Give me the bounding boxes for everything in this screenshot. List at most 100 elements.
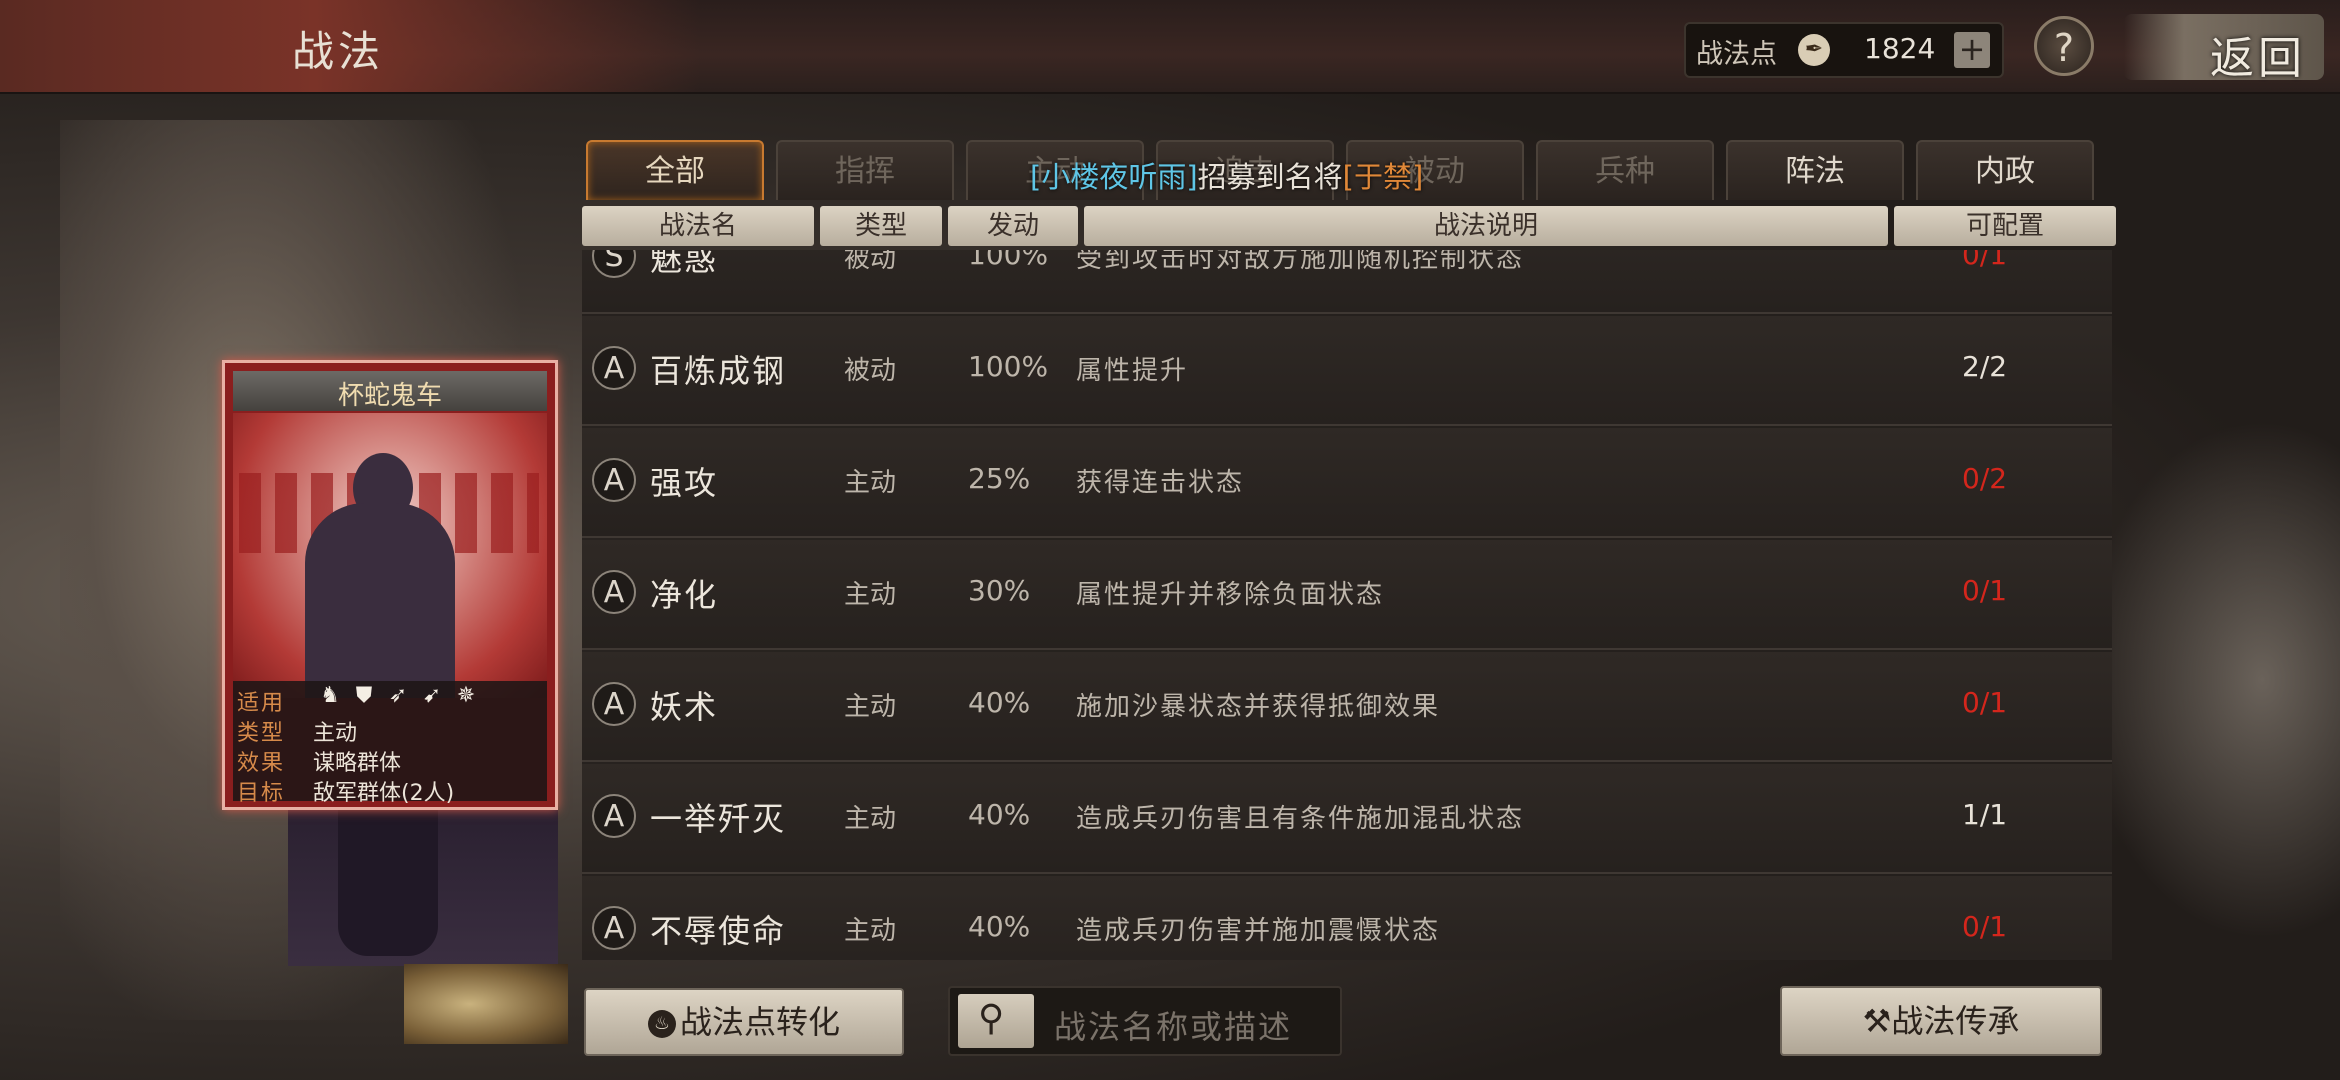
announcement-text: 招募到名将 — [1197, 160, 1343, 194]
announcement-general: [于禁] — [1342, 160, 1424, 194]
tab-all[interactable]: 全部 — [586, 140, 764, 200]
wheel-icon: ✵ — [456, 683, 476, 708]
skill-row[interactable]: A 妖术 主动 40% 施加沙暴状态并获得抵御效果 0/1 — [582, 652, 2112, 762]
flame-icon: ♨ — [647, 1010, 676, 1038]
skill-name: 妖术 — [650, 688, 719, 726]
inherit-skill-button[interactable]: ⚒战法传承 — [1780, 986, 2102, 1056]
cavalry-icon: ♞ — [320, 683, 340, 708]
help-button[interactable]: ? — [2034, 16, 2094, 76]
skill-description: 造成兵刃伤害且有条件施加混乱状态 — [1076, 804, 1525, 834]
skill-row[interactable]: A 一举歼灭 主动 40% 造成兵刃伤害且有条件施加混乱状态 1/1 — [582, 764, 2112, 874]
skill-config-count: 0/1 — [1962, 910, 2008, 943]
skill-description: 施加沙暴状态并获得抵御效果 — [1076, 692, 1441, 722]
grade-badge: A — [592, 682, 636, 726]
card-applicable-row: 适用 ♞ ⛊ ➶ ➹ ✵ — [233, 683, 547, 716]
grade-badge: A — [592, 346, 636, 390]
sorcerer-silhouette-art — [305, 503, 455, 698]
target-value: 敌军群体(2人) — [313, 781, 455, 806]
skill-description: 受到攻击时对敌方施加随机控制状态 — [1076, 250, 1525, 274]
map-thumbnail[interactable] — [404, 964, 568, 1044]
skill-description: 属性提升并移除负面状态 — [1076, 580, 1385, 610]
card-info-panel: 适用 ♞ ⛊ ➶ ➹ ✵ 类型 主动 效果 谋略群体 目标 敌军群体(2人) — [233, 681, 547, 806]
skill-name: 一举歼灭 — [650, 800, 787, 838]
skill-type: 主动 — [844, 804, 897, 834]
convert-points-button[interactable]: ♨ 战法点转化 — [584, 988, 904, 1056]
tab-internal-affairs[interactable]: 内政 — [1916, 140, 2094, 200]
skill-name: 净化 — [650, 576, 719, 614]
table-header: 战法名 类型 发动 战法说明 可配置 — [582, 206, 2118, 248]
announcement-player: [小楼夜听雨] — [1030, 160, 1198, 194]
search-button[interactable]: ⚲ — [958, 994, 1034, 1048]
skill-type: 主动 — [844, 916, 897, 946]
card-target-row: 目标 敌军群体(2人) — [233, 773, 547, 806]
column-header-config[interactable]: 可配置 — [1894, 206, 2116, 246]
grade-badge: A — [592, 570, 636, 614]
skill-list[interactable]: S 魅惑 被动 100% 受到攻击时对敌方施加随机控制状态 0/1 A 百炼成钢… — [582, 250, 2112, 960]
shadow-figure-art — [338, 806, 438, 956]
grade-badge: A — [592, 794, 636, 838]
skill-rate: 100% — [968, 250, 1049, 271]
skill-config-count: 0/1 — [1962, 250, 2008, 271]
column-header-name[interactable]: 战法名 — [582, 206, 814, 246]
inherit-skill-label: 战法传承 — [1891, 1002, 2020, 1040]
convert-points-label: 战法点转化 — [679, 1003, 840, 1041]
bow-icon: ➶ — [388, 683, 408, 708]
grade-badge: A — [592, 906, 636, 950]
skill-type: 被动 — [844, 250, 897, 274]
column-header-description: 战法说明 — [1084, 206, 1888, 246]
grade-badge: A — [592, 458, 636, 502]
skill-rate: 100% — [968, 350, 1049, 383]
skill-config-count: 0/2 — [1962, 462, 2008, 495]
column-header-type[interactable]: 类型 — [820, 206, 942, 246]
skill-row[interactable]: A 百炼成钢 被动 100% 属性提升 2/2 — [582, 316, 2112, 426]
recruit-announcement: [小楼夜听雨]招募到名将[于禁] — [1030, 154, 1423, 196]
feather-coin-icon: ✒ — [1798, 34, 1830, 66]
skill-illustration — [233, 413, 547, 698]
card-effect-row: 效果 谋略群体 — [233, 743, 547, 776]
skill-name: 不辱使命 — [650, 912, 787, 950]
skill-config-count: 2/2 — [1962, 350, 2008, 383]
skill-rate: 40% — [968, 798, 1031, 831]
skill-detail-card[interactable]: 杯蛇鬼车 适用 ♞ ⛊ ➶ ➹ ✵ 类型 主动 效果 谋略群体 目标 敌军群体(2人) — [222, 360, 558, 810]
skill-points-label: 战法点 — [1696, 39, 1777, 70]
column-header-rate[interactable]: 发动 — [948, 206, 1078, 246]
skill-rate: 40% — [968, 910, 1031, 943]
page-title: 战法 — [292, 27, 385, 76]
troop-type-icons: ♞ ⛊ ➶ ➹ ✵ — [313, 683, 483, 713]
grade-badge: S — [592, 250, 636, 278]
tab-command[interactable]: 指挥 — [776, 140, 954, 200]
card-type-row: 类型 主动 — [233, 713, 547, 746]
skill-points-value: 1824 — [1864, 32, 1936, 65]
top-bar: 战法 战法点 ✒ 1824 + ? 返回 — [0, 0, 2340, 94]
skill-type: 主动 — [844, 580, 897, 610]
target-label: 目标 — [237, 781, 286, 806]
card-title: 杯蛇鬼车 — [337, 381, 442, 411]
search-icon: ⚲ — [978, 998, 1005, 1039]
card-title-bar: 杯蛇鬼车 — [233, 371, 547, 411]
skill-type: 被动 — [844, 356, 897, 386]
back-button-label: 返回 — [2210, 33, 2306, 84]
skill-name: 魅惑 — [650, 250, 719, 278]
skill-row[interactable]: S 魅惑 被动 100% 受到攻击时对敌方施加随机控制状态 0/1 — [582, 250, 2112, 314]
skill-description: 造成兵刃伤害并施加震慑状态 — [1076, 916, 1441, 946]
tab-formation[interactable]: 阵法 — [1726, 140, 1904, 200]
skill-description: 属性提升 — [1076, 356, 1189, 386]
spear-icon: ➹ — [422, 683, 442, 708]
shield-icon: ⛊ — [355, 683, 373, 708]
tab-troop-type[interactable]: 兵种 — [1536, 140, 1714, 200]
search-input[interactable]: ⚲ 战法名称或描述 — [948, 986, 1342, 1056]
skill-rate: 40% — [968, 686, 1031, 719]
back-button[interactable]: 返回 — [2124, 14, 2324, 84]
skill-description: 获得连击状态 — [1076, 468, 1245, 498]
skill-name: 百炼成钢 — [650, 352, 787, 390]
skill-config-count: 1/1 — [1962, 798, 2008, 831]
skill-rate: 25% — [968, 462, 1031, 495]
skill-row[interactable]: A 不辱使命 主动 40% 造成兵刃伤害并施加震慑状态 0/1 — [582, 876, 2112, 960]
skill-rate: 30% — [968, 574, 1031, 607]
skill-row[interactable]: A 强攻 主动 25% 获得连击状态 0/2 — [582, 428, 2112, 538]
background-cloud-art — [2080, 420, 2340, 940]
skill-config-count: 0/1 — [1962, 574, 2008, 607]
add-points-button[interactable]: + — [1954, 32, 1990, 68]
card-shadow-art — [288, 806, 558, 966]
skill-row[interactable]: A 净化 主动 30% 属性提升并移除负面状态 0/1 — [582, 540, 2112, 650]
